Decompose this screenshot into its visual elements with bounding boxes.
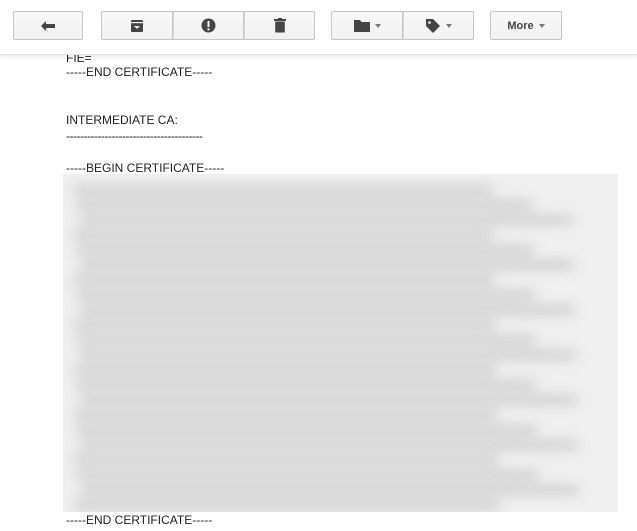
redacted-text-line (79, 351, 576, 359)
redacted-text-line (76, 471, 539, 479)
archive-button[interactable] (101, 11, 173, 40)
redacted-text-line (73, 366, 497, 374)
reply-arrow-icon (41, 20, 55, 31)
redacted-text-line (73, 501, 500, 509)
actions-group (101, 11, 315, 40)
report-spam-button[interactable] (173, 11, 244, 40)
more-button[interactable]: More (490, 11, 562, 40)
tag-icon (426, 19, 440, 33)
chevron-down-icon (446, 23, 452, 28)
certificate-tail-line: FIE= (66, 54, 92, 65)
chevron-down-icon (374, 23, 381, 28)
report-spam-icon (201, 18, 216, 33)
redacted-text-line (79, 441, 578, 449)
delete-button[interactable] (244, 11, 315, 40)
begin-certificate-line: -----BEGIN CERTIFICATE----- (66, 161, 225, 175)
redacted-text-line (79, 261, 574, 269)
more-group: More (490, 11, 562, 40)
labels-button[interactable] (403, 11, 474, 40)
end-certificate-line-2: -----END CERTIFICATE----- (66, 513, 213, 527)
redacted-text-line (76, 291, 535, 299)
intermediate-ca-heading: INTERMEDIATE CA: (66, 113, 178, 127)
move-to-button[interactable] (331, 11, 403, 40)
redacted-text-line (79, 306, 575, 314)
redacted-text-line (76, 246, 534, 254)
end-certificate-line: -----END CERTIFICATE----- (66, 65, 213, 79)
redacted-text-line (73, 411, 498, 419)
redacted-text-line (79, 216, 573, 224)
organize-group (331, 11, 474, 40)
folder-icon (353, 20, 370, 32)
email-body: FIE= -----END CERTIFICATE----- INTERMEDI… (0, 54, 637, 531)
chevron-down-icon (538, 23, 545, 28)
redacted-text-line (79, 396, 577, 404)
redacted-text-line (76, 201, 533, 209)
back-button[interactable] (13, 11, 83, 40)
redacted-text-line (73, 321, 496, 329)
redacted-text-line (79, 486, 579, 494)
redacted-text-line (76, 426, 538, 434)
redacted-text-line (76, 336, 536, 344)
archive-icon (131, 19, 143, 32)
trash-icon (273, 18, 286, 33)
redacted-certificate-block (63, 174, 618, 512)
redacted-text-line (73, 276, 495, 284)
redacted-text-line (76, 381, 537, 389)
more-label: More (507, 19, 534, 32)
redacted-text-line (73, 231, 494, 239)
redacted-text-line (73, 186, 493, 194)
redacted-text-line (73, 456, 499, 464)
separator-line: --------------------------------------- (66, 129, 203, 143)
toolbar: More (0, 0, 637, 55)
back-group (13, 11, 83, 40)
